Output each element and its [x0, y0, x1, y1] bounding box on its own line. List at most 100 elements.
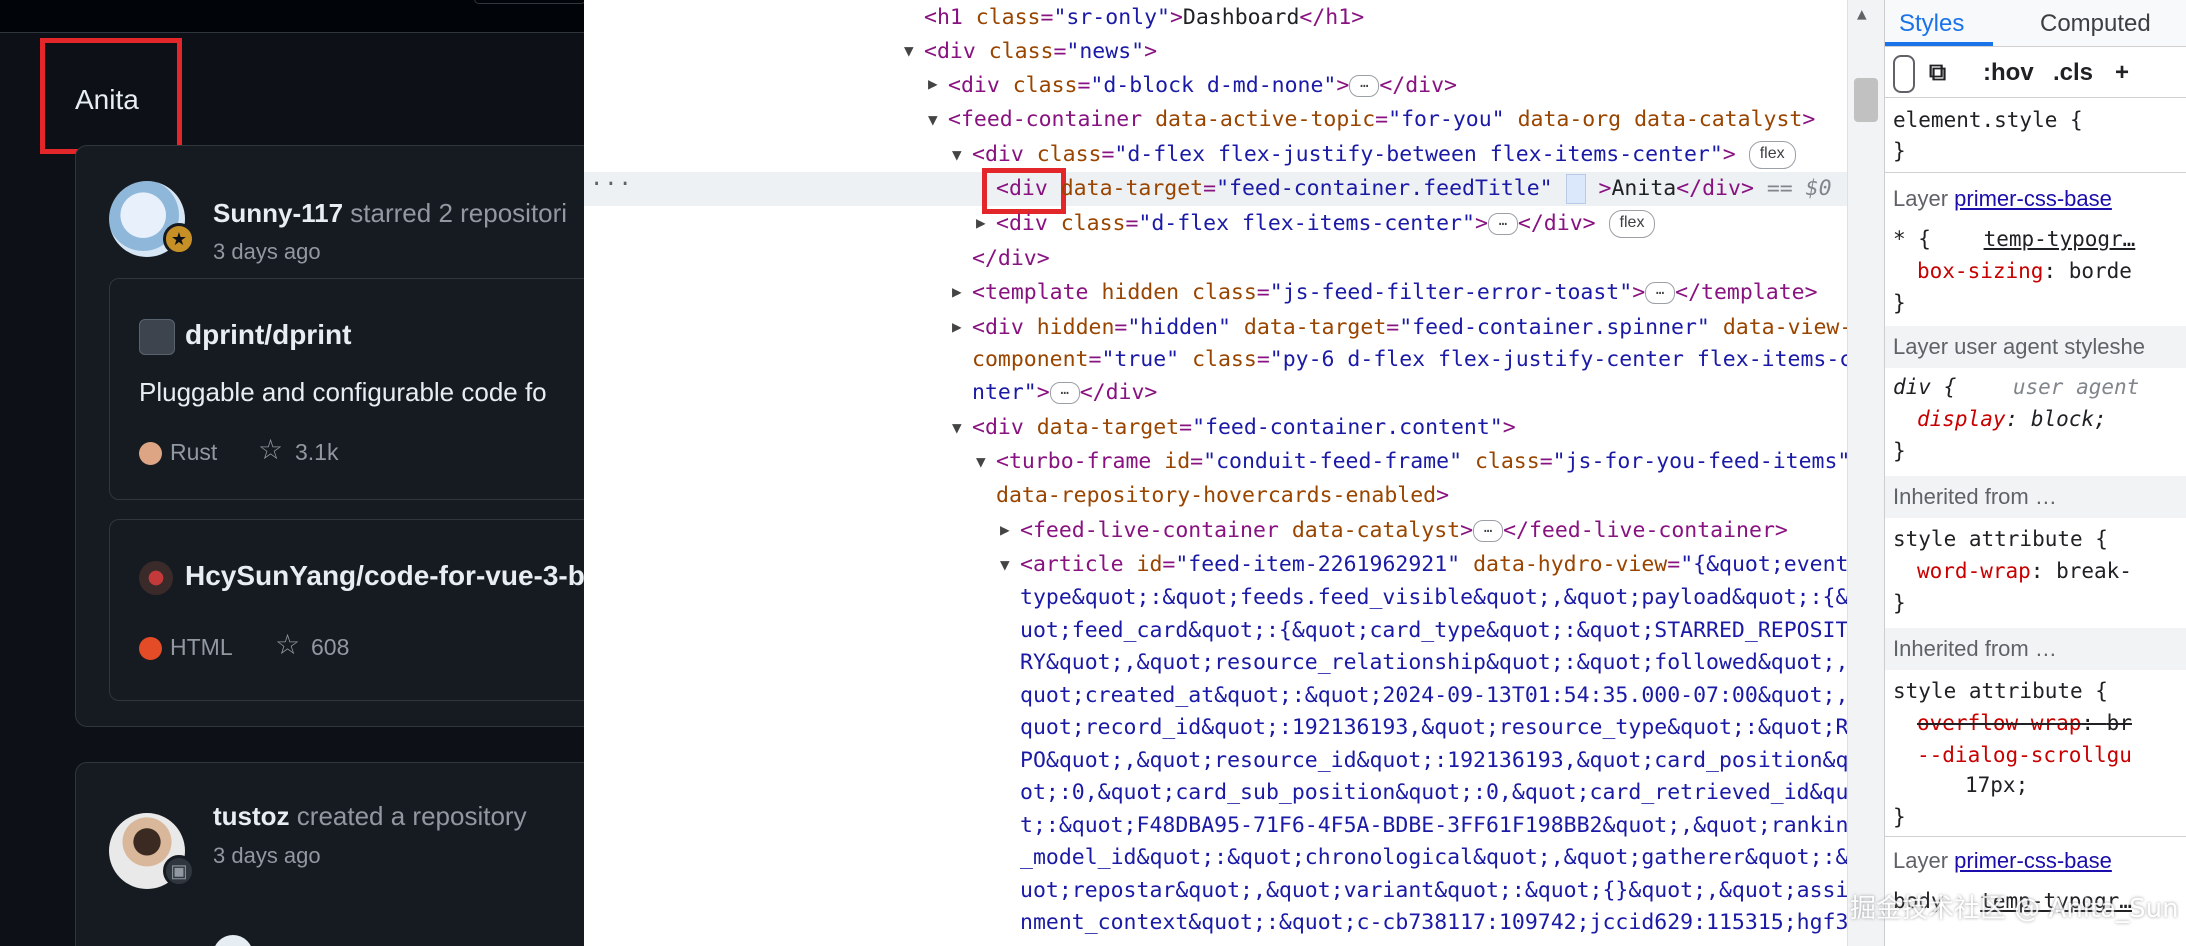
avatar	[213, 935, 253, 946]
star-badge-icon: ★	[163, 223, 195, 255]
ellipsis-icon[interactable]: …	[1349, 75, 1380, 97]
expand-triangle-icon[interactable]: ▶	[976, 213, 986, 232]
rule-selector[interactable]: * { temp-typogr…	[1893, 224, 2135, 254]
rule-selector[interactable]: style attribute {	[1893, 676, 2108, 706]
attribute-edit-caret[interactable]	[1565, 174, 1586, 204]
dom-node[interactable]: <div class="news">	[924, 36, 1157, 68]
css-declaration[interactable]: box-sizing: borde	[1917, 256, 2132, 286]
class-toggle-button[interactable]: .cls	[2053, 59, 2093, 87]
scroll-up-arrow-icon[interactable]: ▲	[1857, 4, 1867, 23]
dom-node-continued: data-repository-hovercards-enabled>	[996, 483, 1450, 508]
devtools-elements-panel: ··· <h1 class="sr-only">Dashboard</h1> ▼…	[584, 0, 1884, 946]
actor-link[interactable]: tustoz	[213, 801, 290, 831]
ellipsis-icon[interactable]: …	[1049, 382, 1080, 404]
dom-node[interactable]: <feed-container data-active-topic="for-y…	[948, 104, 1815, 136]
actor-link[interactable]: Sunny-117	[213, 198, 343, 228]
styles-toolbar: ⧉ :hov .cls +	[1885, 47, 2186, 98]
collapse-triangle-icon[interactable]: ▼	[952, 418, 962, 437]
attr-value-continued: quot;record_id&quot;:192136193,&quot;res…	[1020, 715, 1862, 740]
attr-value-continued: nment_context&quot;:&quot;c-cb738117:109…	[1020, 910, 1862, 935]
css-declaration[interactable]: word-wrap: break-	[1917, 556, 2132, 586]
repo-stars[interactable]: 608	[311, 634, 349, 661]
repo-card: dprint/dprint Pluggable and configurable…	[109, 278, 584, 500]
rule-close-brace: }	[1893, 139, 1906, 163]
header-control[interactable]	[474, 0, 584, 4]
layer-link[interactable]: primer-css-base	[1954, 186, 2112, 211]
collapse-triangle-icon[interactable]: ▼	[904, 41, 914, 60]
css-declaration-overridden[interactable]: overflow-wrap: br	[1917, 708, 2132, 738]
dom-node[interactable]: <template hidden class="js-feed-filter-e…	[972, 277, 1818, 309]
dom-node[interactable]: <div class="d-flex flex-justify-between …	[972, 139, 1796, 171]
tab-computed[interactable]: Computed	[2040, 10, 2151, 38]
dom-node[interactable]: <turbo-frame id="conduit-feed-frame" cla…	[996, 446, 1850, 478]
active-tab-indicator	[1885, 42, 1993, 46]
filter-input[interactable]	[1893, 55, 1915, 93]
action-text: created a repository	[296, 801, 527, 831]
hover-state-button[interactable]: :hov	[1983, 59, 2034, 87]
node-actions-icon[interactable]: ···	[590, 172, 633, 197]
feed-card-starred: ★ Sunny-117 starred 2 repositori 3 days …	[75, 145, 584, 727]
css-variable-declaration[interactable]: --dialog-scrollgu	[1917, 740, 2132, 770]
divider	[1885, 836, 2186, 837]
collapse-triangle-icon[interactable]: ▼	[1000, 555, 1010, 574]
collapse-triangle-icon[interactable]: ▼	[928, 110, 938, 129]
collapse-triangle-icon[interactable]: ▼	[976, 452, 986, 471]
attr-value-continued: RY&quot;,&quot;resource_relationship&quo…	[1020, 650, 1862, 675]
attr-value-continued: uot;feed_card&quot;:{&quot;card_type&quo…	[1020, 618, 1862, 643]
rule-selector[interactable]: style attribute {	[1893, 524, 2108, 554]
attr-value-continued: uot;repostar&quot;,&quot;variant&quot;:&…	[1020, 878, 1862, 903]
attr-value-continued: _model_id&quot;:&quot;chronological&quot…	[1020, 845, 1862, 870]
flex-badge[interactable]: flex	[1608, 210, 1656, 238]
inherited-header: Inherited from …	[1885, 476, 2186, 518]
element-style-selector[interactable]: element.style {	[1893, 105, 2083, 135]
dom-node[interactable]: <article id="feed-item-2261962921" data-…	[1020, 549, 1861, 581]
feed-card-created: ▣ tustoz created a repository 3 days ago	[75, 762, 584, 946]
ellipsis-icon[interactable]: …	[1487, 213, 1518, 235]
layer-header: Layer user agent styleshe	[1885, 326, 2186, 368]
inherited-header: Inherited from …	[1885, 628, 2186, 670]
scroll-thumb[interactable]	[1854, 78, 1878, 122]
rule-close-brace: }	[1893, 291, 1906, 315]
collapse-triangle-icon[interactable]: ▼	[952, 145, 962, 164]
rule-close-brace: }	[1893, 805, 1906, 829]
repo-language: Rust	[170, 439, 218, 465]
expand-triangle-icon[interactable]: ▶	[952, 317, 962, 336]
dom-node-selected[interactable]: <div data-target="feed-container.feedTit…	[996, 173, 1832, 205]
dom-node[interactable]: <feed-live-container data-catalyst>… </fe…	[1020, 515, 1788, 547]
layer-header: Layer primer-css-base	[1885, 840, 2186, 882]
dom-node[interactable]: <div class="d-flex flex-items-center">… <…	[996, 208, 1656, 240]
elements-scrollbar[interactable]: ▲	[1847, 0, 1884, 946]
flex-badge[interactable]: flex	[1748, 141, 1796, 169]
dom-node[interactable]: <h1 class="sr-only">Dashboard</h1>	[924, 2, 1364, 34]
feed-card-header: Sunny-117 starred 2 repositori	[213, 198, 567, 229]
star-icon: ☆	[275, 629, 301, 660]
expand-triangle-icon[interactable]: ▶	[928, 74, 938, 93]
dom-node-close[interactable]: </div>	[972, 243, 1050, 275]
layer-link[interactable]: primer-css-base	[1954, 848, 2112, 873]
rule-selector[interactable]: div { user agent	[1893, 372, 2139, 402]
new-rule-button[interactable]: +	[2115, 59, 2129, 87]
expand-triangle-icon[interactable]: ▶	[1000, 520, 1010, 539]
action-text: starred 2 repositori	[350, 198, 568, 228]
attr-value-continued: type&quot;:&quot;feeds.feed_visible&quot…	[1020, 585, 1862, 610]
ellipsis-icon[interactable]: …	[1473, 520, 1504, 542]
repo-card: HcySunYang/code-for-vue-3-bo HTML ☆ 608	[109, 519, 584, 701]
expand-triangle-icon[interactable]: ▶	[952, 282, 962, 301]
timestamp: 3 days ago	[213, 843, 321, 868]
timestamp: 3 days ago	[213, 239, 321, 264]
repo-name-link[interactable]: dprint/dprint	[185, 319, 351, 351]
tab-styles[interactable]: Styles	[1899, 10, 1964, 38]
dom-node[interactable]: <div data-target="feed-container.content…	[972, 412, 1516, 444]
layer-header: Layer primer-css-base	[1885, 178, 2186, 220]
repo-stars[interactable]: 3.1k	[295, 439, 338, 466]
ellipsis-icon[interactable]: …	[1645, 282, 1676, 304]
layers-icon[interactable]: ⧉	[1929, 59, 1946, 87]
dom-node[interactable]: <div class="d-block d-md-none">… </div>	[948, 70, 1457, 102]
attr-value-continued: quot;created_at&quot;:&quot;2024-09-13T0…	[1020, 683, 1862, 708]
dom-node-continued: nter">… </div>	[972, 380, 1158, 405]
repo-badge-icon: ▣	[163, 855, 195, 887]
dom-node[interactable]: <div hidden="hidden" data-target="feed-c…	[972, 312, 1852, 344]
divider	[1885, 172, 2186, 173]
rule-close-brace: }	[1893, 591, 1906, 615]
repo-name-link[interactable]: HcySunYang/code-for-vue-3-bo	[185, 560, 584, 592]
